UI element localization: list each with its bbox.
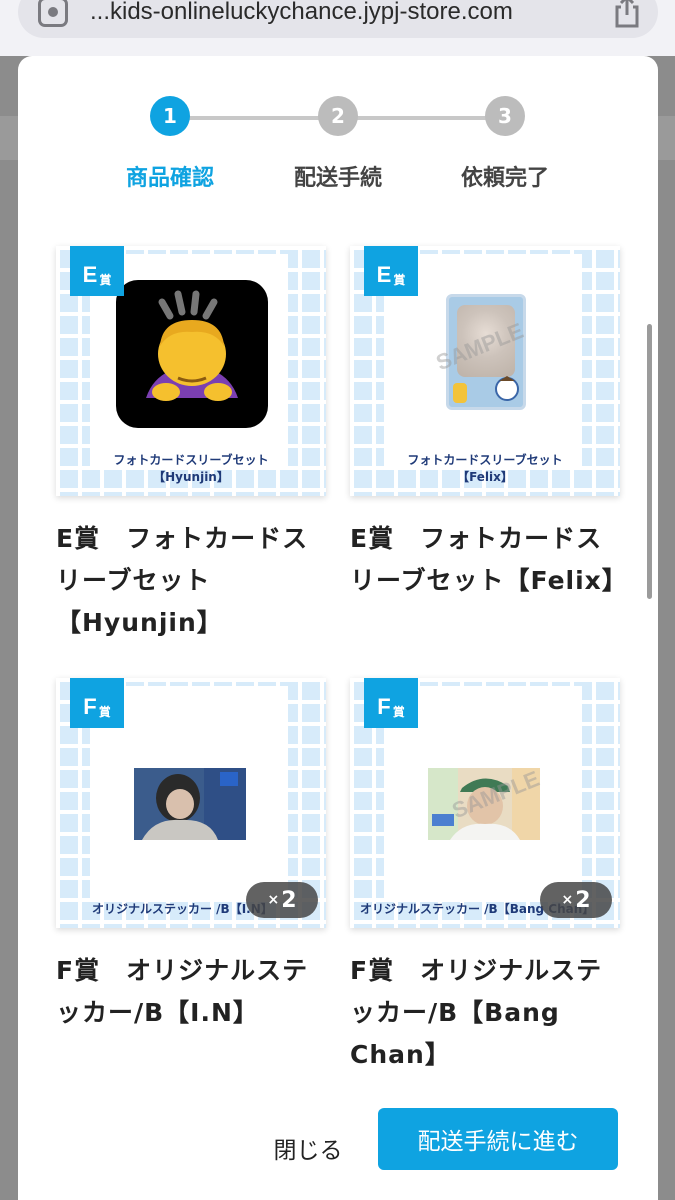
product-card-f-bangchan[interactable]: F賞 SAMPLE オリジナルステッカー /B【Bang Chan】 × 2 F賞…: [350, 678, 620, 1076]
mascot-icon: [453, 376, 519, 403]
product-card-f-in[interactable]: F賞 オリジナルステッカー /B【I.N】 × 2 F賞 オリジナルステッカー/B…: [56, 678, 326, 1034]
product-image-caption: フォトカードスリーブセット 【Felix】: [407, 453, 563, 484]
product-image: F賞 オリジナルステッカー /B【I.N】 × 2: [56, 678, 326, 928]
quantity-badge: × 2: [540, 882, 612, 918]
scrollbar[interactable]: [647, 324, 652, 599]
url-text: ...kids-onlineluckychance.jypj-store.com: [90, 0, 513, 25]
proceed-to-shipping-button[interactable]: 配送手続に進む: [378, 1108, 618, 1170]
product-image: E賞 フォトカードスリーブセット 【Hyunjin】: [56, 246, 326, 496]
step-label: 依頼完了: [460, 166, 549, 191]
product-image: F賞 SAMPLE オリジナルステッカー /B【Bang Chan】 × 2: [350, 678, 620, 928]
prize-badge: F賞: [70, 678, 124, 728]
prize-badge: F賞: [364, 678, 418, 728]
product-card-e-hyunjin[interactable]: E賞 フォトカードスリーブセット 【Hyunjin】 E賞 フォトカードスリーブ…: [56, 246, 326, 644]
step-number: 2: [318, 96, 358, 136]
step-number: 3: [485, 96, 525, 136]
browser-address-bar: ...kids-onlineluckychance.jypj-store.com: [0, 0, 675, 56]
product-title: F賞 オリジナルステッカー/B【Bang Chan】: [350, 956, 603, 1069]
product-title: E賞 フォトカードスリーブセット【Hyunjin】: [56, 524, 309, 637]
site-settings-icon[interactable]: [38, 0, 68, 27]
close-button[interactable]: 閉じる: [248, 1124, 368, 1172]
product-card-e-felix[interactable]: E賞 SAMPLE フォトカードスリーブセット 【Felix】 E賞 フォトカー…: [350, 246, 628, 602]
product-image-caption: フォトカードスリーブセット 【Hyunjin】: [113, 453, 269, 484]
share-icon[interactable]: [612, 0, 642, 29]
bowing-person-emoji-icon: [116, 280, 268, 428]
progress-stepper: 1 商品確認 2 配送手続 3 依頼完了: [18, 96, 658, 196]
sticker-photo: [134, 768, 246, 840]
product-image: E賞 SAMPLE フォトカードスリーブセット 【Felix】: [350, 246, 620, 496]
step-3: 3 依頼完了: [405, 96, 605, 192]
prize-badge: E賞: [364, 246, 418, 296]
quantity-badge: × 2: [246, 882, 318, 918]
prize-confirm-modal: 1 商品確認 2 配送手続 3 依頼完了 E賞 フォトカードスリーブセット 【H…: [18, 56, 658, 1200]
step-number: 1: [150, 96, 190, 136]
modal-footer: 閉じる 配送手続に進む: [18, 1096, 658, 1200]
product-title: E賞 フォトカードスリーブセット【Felix】: [350, 524, 628, 595]
product-title: F賞 オリジナルステッカー/B【I.N】: [56, 956, 309, 1027]
url-field[interactable]: ...kids-onlineluckychance.jypj-store.com: [18, 0, 658, 38]
prize-badge: E賞: [70, 246, 124, 296]
